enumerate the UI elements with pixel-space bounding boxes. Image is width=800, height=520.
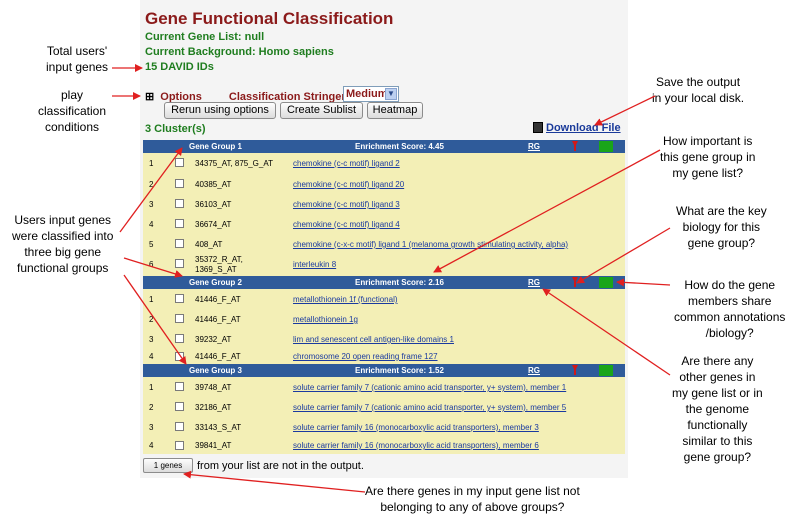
arrow-users-input-group3 [123, 274, 187, 365]
arrow-users-input-group2 [123, 257, 183, 278]
arrow-not-belonging [183, 470, 366, 493]
arrow-key-biology [576, 227, 671, 284]
arrow-save-output [594, 95, 656, 126]
annotation-arrows [112, 64, 671, 493]
arrow-other-genes [542, 288, 671, 376]
arrow-share-annotations [616, 278, 671, 287]
arrow-users-input-group1 [119, 147, 183, 233]
